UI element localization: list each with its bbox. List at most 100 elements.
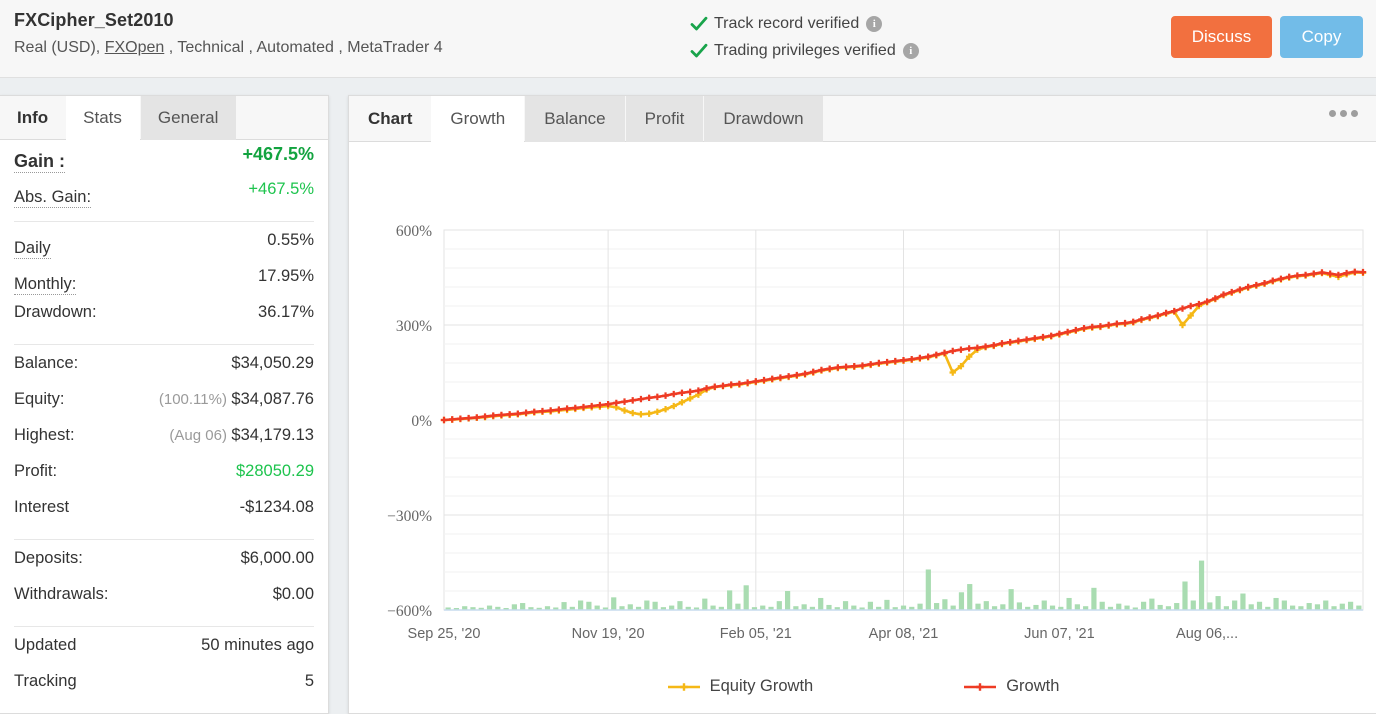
drawdown-bar [1306,603,1312,610]
stat-row: Updated 50 minutes ago [14,636,314,672]
drawdown-bar [1314,604,1321,610]
chart-tab-chart[interactable]: Chart [349,96,431,142]
drawdown-bar [1000,604,1006,610]
stat-row: Tracking 5 [14,672,314,708]
stat-value-wrap: (Aug 06) $34,179.13 [169,426,314,445]
drawdown-bar [1174,603,1180,610]
stat-row: Highest: (Aug 06) $34,179.13 [14,426,314,462]
drawdown-bar [867,601,873,610]
sidebar-tab-general[interactable]: General [140,96,237,140]
drawdown-bar [967,584,973,610]
stat-value-wrap: -$1234.08 [240,498,314,517]
chart-tab-drawdown[interactable]: Drawdown [704,96,823,142]
stat-row: Equity: (100.11%) $34,087.76 [14,390,314,426]
stat-value-wrap: $34,050.29 [231,354,314,373]
stat-value: $34,087.76 [231,390,314,408]
check-icon [690,15,708,33]
ellipsis-icon[interactable] [1329,110,1358,117]
stat-label: Equity: [14,390,65,408]
stat-value: $28050.29 [236,462,314,480]
stat-value: +467.5% [242,144,314,164]
drawdown-bar [942,599,948,610]
drawdown-bar [917,603,923,610]
page-root: FXCipher_Set2010 Real (USD), FXOpen , Te… [0,0,1376,714]
sidebar-tab-stats[interactable]: Stats [66,96,140,140]
drawdown-bar [611,597,617,610]
stat-label: Highest: [14,426,75,444]
account-type: Real (USD), [14,39,105,56]
drawdown-bar [727,590,733,610]
drawdown-bar [677,601,683,610]
info-icon[interactable]: i [866,15,883,32]
drawdown-bar [801,604,807,610]
drawdown-bar [1140,601,1147,610]
drawdown-bar [1149,598,1155,610]
legend-item-equity-growth[interactable]: Equity Growth [667,677,814,696]
chart-tab-growth[interactable]: Growth [431,96,525,142]
chart-plot-area: 600% 300% 0% −300% −600% Sep 25, '20 Nov 19, '… [349,142,1376,714]
drawdown-bar [1066,597,1072,610]
stat-label[interactable]: Monthly: [14,275,77,295]
stat-value-prefix: (100.11%) [158,391,227,408]
drawdown-bar [1339,603,1345,610]
stat-value-wrap: (100.11%) $34,087.76 [159,390,314,409]
stats-group: Gain : +467.5% Abs. Gain: +467.5% [14,140,314,216]
copy-button[interactable]: Copy [1280,16,1363,58]
drawdown-bar [1240,593,1246,610]
stat-value: $6,000.00 [240,549,314,567]
stats-group: Updated 50 minutes ago Tracking 5 [14,632,314,708]
stat-value-wrap: 5 [305,672,314,691]
stat-label: Interest [14,498,70,516]
stat-row: Drawdown: 36.17% [14,303,314,339]
legend-label-equity-growth: Equity Growth [709,677,814,695]
drawdown-bar [776,601,782,610]
drawdown-bar [644,600,650,610]
stat-label: Deposits: [14,549,83,567]
stat-label[interactable]: Abs. Gain: [14,188,92,208]
stat-label: Tracking [14,672,77,690]
stat-label: Withdrawals: [14,585,109,603]
check-icon [690,42,708,60]
stat-label: Updated [14,636,77,654]
drawdown-bar [1099,601,1105,610]
drawdown-bar [1074,604,1080,610]
stat-value: 5 [304,672,314,690]
drawdown-bar [958,592,965,610]
badge-track-record-label: Track record verified [714,14,860,32]
legend-swatch-growth [964,682,997,691]
drawdown-bar [1008,589,1014,610]
page-title: FXCipher_Set2010 [14,10,174,30]
legend-item-growth[interactable]: Growth [963,677,1059,696]
stat-row: Monthly: 17.95% [14,267,314,303]
drawdown-bar [1198,560,1205,610]
divider [14,626,314,627]
discuss-button[interactable]: Discuss [1171,16,1272,58]
stat-value-prefix: (Aug 06) [169,427,227,444]
stat-row: Daily 0.55% [14,231,314,267]
growth-chart[interactable]: 600% 300% 0% −300% −600% Sep 25, '20 Nov 19, '… [349,142,1376,682]
x-axis-tick-label: Jun 07, '21 [1024,626,1095,642]
stat-value: +467.5% [248,180,314,198]
chart-tab-balance[interactable]: Balance [525,96,625,142]
stat-label: Profit: [14,462,58,480]
x-axis-tick-label: Sep 25, '20 [408,626,481,642]
stat-label: Drawdown: [14,303,97,321]
info-icon[interactable]: i [902,42,919,59]
sidebar-tab-info[interactable]: Info [0,96,66,140]
drawdown-bar [702,598,708,610]
stat-label[interactable]: Daily [14,239,51,259]
chart-tab-profit[interactable]: Profit [625,96,704,142]
broker-link[interactable]: FXOpen [105,39,165,56]
y-axis-tick-label: 300% [396,318,432,335]
stat-row: Abs. Gain: +467.5% [14,180,314,216]
stat-value: 50 minutes ago [201,636,314,654]
stat-value: $34,179.13 [231,426,314,444]
drawdown-bar [1256,601,1263,610]
badge-track-record: Track record verified i [690,10,919,37]
drawdown-bar [784,591,791,610]
drawdown-bar [975,603,981,610]
x-axis-tick-label: Nov 19, '20 [572,626,645,642]
stat-label[interactable]: Gain : [14,151,66,173]
chart-tabs: Chart Growth Balance Profit Drawdown [349,96,1376,142]
stats-group: Deposits: $6,000.00 Withdrawals: $0.00 [14,545,314,621]
